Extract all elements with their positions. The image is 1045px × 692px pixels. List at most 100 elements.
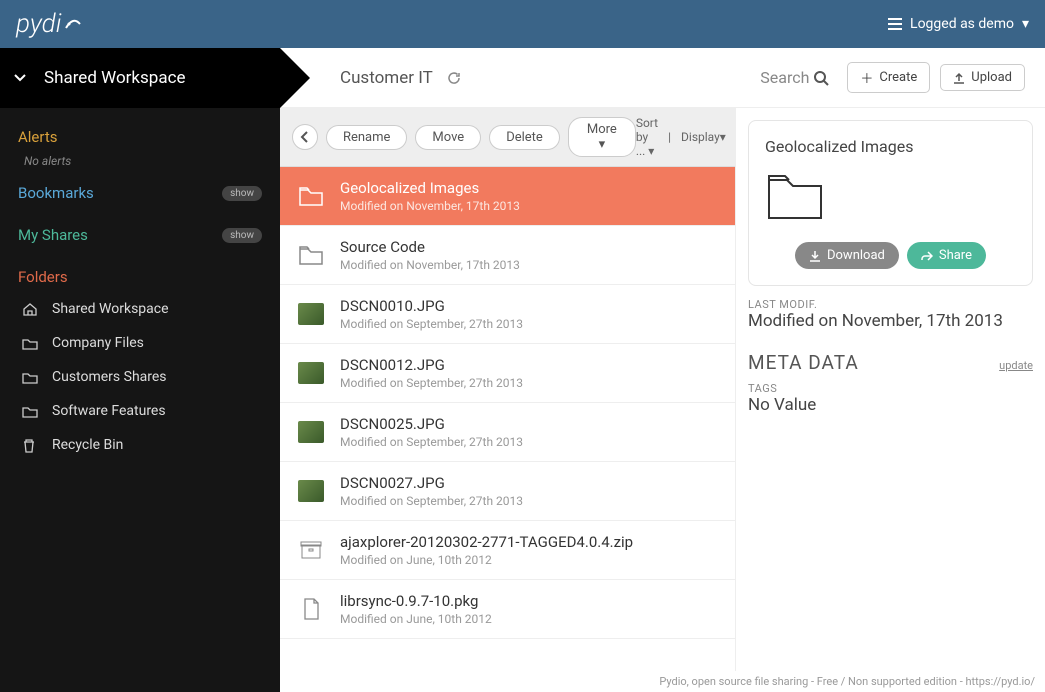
file-modified: Modified on September, 27th 2013 xyxy=(340,317,523,331)
image-thumbnail xyxy=(298,421,324,443)
file-row[interactable]: Source CodeModified on November, 17th 20… xyxy=(280,226,735,285)
lastmodif-label: LAST MODIF. xyxy=(748,298,1033,311)
brand-text: pydi xyxy=(16,9,61,39)
plus-icon: ＋ xyxy=(860,68,873,87)
file-list: Geolocalized Images Modified on November,… xyxy=(280,167,735,692)
download-label: Download xyxy=(827,248,885,263)
file-modified: Modified on September, 27th 2013 xyxy=(340,435,523,449)
file-row[interactable]: DSCN0010.JPG Modified on September, 27th … xyxy=(280,285,735,344)
sidebar-folder-item[interactable]: Shared Workspace xyxy=(0,292,280,326)
display-menu[interactable]: Display▾ xyxy=(681,130,726,144)
file-name: DSCN0027.JPG xyxy=(340,474,523,492)
create-label: Create xyxy=(879,70,917,85)
upload-button[interactable]: Upload xyxy=(940,64,1025,91)
folder-icon xyxy=(22,371,38,384)
sidebar-alerts-header[interactable]: Alerts xyxy=(0,122,280,152)
more-button[interactable]: More ▾ xyxy=(568,117,636,157)
home-icon xyxy=(22,302,38,316)
folder-label: Recycle Bin xyxy=(52,437,123,453)
archive-icon xyxy=(298,539,324,561)
folder-list: Shared Workspace Company Files Customers S… xyxy=(0,292,280,462)
logo-swoosh-icon xyxy=(63,14,83,34)
folder-icon xyxy=(22,337,38,350)
breadcrumb-bar: Customer IT Search ＋ Create Upload xyxy=(280,48,1045,108)
image-thumbnail xyxy=(298,362,324,384)
search-input[interactable]: Search xyxy=(760,68,829,87)
sidebar-folder-item[interactable]: Software Features xyxy=(0,394,280,428)
sort-menu[interactable]: Sort by ... ▾ xyxy=(636,116,658,158)
back-button[interactable] xyxy=(292,124,318,150)
myshares-show-toggle[interactable]: show xyxy=(222,228,262,243)
sidebar-folder-item[interactable]: Company Files xyxy=(0,326,280,360)
folder-label: Shared Workspace xyxy=(52,301,169,317)
alerts-empty: No alerts xyxy=(0,152,280,178)
share-icon xyxy=(921,250,933,262)
menu-icon xyxy=(888,18,902,30)
file-row[interactable]: DSCN0012.JPGModified on September, 27th … xyxy=(280,344,735,403)
caret-down-icon: ▾ xyxy=(1022,16,1029,32)
sidebar-folder-item[interactable]: Customers Shares xyxy=(0,360,280,394)
workspace-selector[interactable]: Shared Workspace xyxy=(0,48,280,108)
file-modified: Modified on June, 10th 2012 xyxy=(340,553,633,567)
file-row[interactable]: DSCN0027.JPGModified on September, 27th … xyxy=(280,462,735,521)
share-button[interactable]: Share xyxy=(907,242,986,269)
sidebar-folders-header: Folders xyxy=(0,262,280,292)
metadata-header: META DATA update xyxy=(748,351,1033,374)
file-row[interactable]: DSCN0025.JPG Modified on September, 27th … xyxy=(280,403,735,462)
file-name: Geolocalized Images xyxy=(340,179,520,197)
divider: | xyxy=(668,130,671,144)
folder-icon xyxy=(22,405,38,418)
breadcrumb-current[interactable]: Customer IT xyxy=(340,68,433,88)
image-thumbnail xyxy=(298,480,324,502)
file-name: Source Code xyxy=(340,238,520,256)
header-row: Shared Workspace Customer IT Search ＋ Cr… xyxy=(0,48,1045,108)
metadata-update-link[interactable]: update xyxy=(999,359,1033,372)
bookmarks-show-toggle[interactable]: show xyxy=(222,186,262,201)
details-pane: Geolocalized Images Download Share xyxy=(735,108,1045,692)
alerts-title: Alerts xyxy=(18,128,58,146)
sidebar-bookmarks-header[interactable]: Bookmarks show xyxy=(0,178,280,208)
image-thumbnail xyxy=(298,303,324,325)
file-row[interactable]: librsync-0.9.7-10.pkgModified on June, 1… xyxy=(280,580,735,639)
folder-icon xyxy=(298,244,324,266)
user-menu[interactable]: Logged as demo ▾ xyxy=(888,16,1029,32)
create-button[interactable]: ＋ Create xyxy=(847,62,930,93)
download-icon xyxy=(809,250,821,262)
action-bar: Rename Move Delete More ▾ Sort by ... ▾ … xyxy=(280,108,735,167)
tags-label: TAGS xyxy=(748,382,1033,395)
share-label: Share xyxy=(939,248,972,263)
file-name: DSCN0010.JPG xyxy=(340,297,523,315)
file-row[interactable]: Geolocalized Images Modified on November,… xyxy=(280,167,735,226)
bookmarks-title: Bookmarks xyxy=(18,184,94,202)
search-label: Search xyxy=(760,68,809,87)
file-name: DSCN0025.JPG xyxy=(340,415,523,433)
folders-title: Folders xyxy=(18,268,68,286)
delete-button[interactable]: Delete xyxy=(489,125,560,150)
user-label: Logged as demo xyxy=(910,16,1014,32)
caret-down-icon xyxy=(14,74,26,82)
top-bar: pydi Logged as demo ▾ xyxy=(0,0,1045,48)
upload-icon xyxy=(953,72,965,84)
download-button[interactable]: Download xyxy=(795,242,899,269)
caret-down-icon: ▾ xyxy=(645,144,654,158)
lastmodif-value: Modified on November, 17th 2013 xyxy=(748,311,1033,331)
file-name: ajaxplorer-20120302-2771-TAGGED4.0.4.zip xyxy=(340,533,633,551)
trash-icon xyxy=(22,438,38,453)
folder-large-icon xyxy=(765,170,1016,222)
file-row[interactable]: ajaxplorer-20120302-2771-TAGGED4.0.4.zip… xyxy=(280,521,735,580)
move-button[interactable]: Move xyxy=(415,125,481,150)
chevron-left-icon xyxy=(300,131,310,143)
detail-card: Geolocalized Images Download Share xyxy=(748,120,1033,286)
upload-label: Upload xyxy=(971,70,1012,85)
refresh-icon[interactable] xyxy=(447,71,461,85)
footer-text: Pydio, open source file sharing - Free /… xyxy=(649,671,1045,692)
center-pane: Rename Move Delete More ▾ Sort by ... ▾ … xyxy=(280,108,735,692)
file-modified: Modified on November, 17th 2013 xyxy=(340,199,520,213)
folder-label: Company Files xyxy=(52,335,144,351)
workspace-name: Shared Workspace xyxy=(44,68,186,88)
sidebar-folder-item[interactable]: Recycle Bin xyxy=(0,428,280,462)
file-name: DSCN0012.JPG xyxy=(340,356,523,374)
caret-down-icon: ▾ xyxy=(720,130,726,144)
sidebar-myshares-header[interactable]: My Shares show xyxy=(0,220,280,250)
rename-button[interactable]: Rename xyxy=(326,125,407,150)
